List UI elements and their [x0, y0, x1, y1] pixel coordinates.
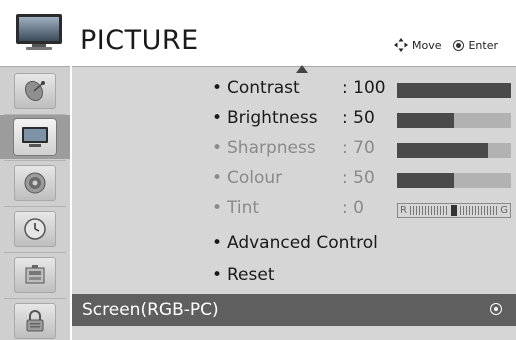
tint-scale-red-label: R: [400, 205, 407, 216]
menu-row-tint[interactable]: • Tint : 0 R G: [72, 193, 516, 223]
contrast-level-bar[interactable]: [397, 83, 511, 98]
brightness-level-bar[interactable]: [397, 113, 511, 128]
lock-icon: [26, 310, 44, 332]
scroll-up-arrow-icon: [296, 65, 308, 73]
colour-level-fill: [397, 173, 454, 188]
clock-time-icon: [24, 218, 46, 240]
bullet: •: [212, 78, 223, 98]
sidebar-item-audio[interactable]: [0, 161, 70, 205]
tint-scale-ticks: [410, 206, 448, 215]
contrast-level-fill: [397, 83, 511, 98]
brightness-level-fill: [397, 113, 454, 128]
nav-hints: Move Enter: [393, 38, 498, 52]
advanced-control-label: Advanced Control: [227, 233, 378, 253]
bullet: •: [212, 108, 223, 128]
colour-level-bar[interactable]: [397, 173, 511, 188]
brightness-label: Brightness: [227, 108, 318, 128]
category-sidebar: [0, 66, 70, 340]
tint-value: : 0: [342, 198, 364, 218]
tint-rg-scale[interactable]: R G: [397, 203, 511, 218]
menu-row-sharpness[interactable]: • Sharpness : 70: [72, 133, 516, 163]
bullet: •: [212, 265, 223, 285]
four-way-arrows-icon: [393, 38, 408, 52]
bullet: •: [212, 168, 223, 188]
bullet: •: [212, 198, 223, 218]
sharpness-value: : 70: [342, 138, 375, 158]
menu-row-reset[interactable]: • Reset: [72, 260, 516, 290]
sidebar-item-lock[interactable]: [0, 299, 70, 340]
page-title: PICTURE: [80, 25, 199, 56]
tint-scale-marker: [451, 205, 457, 216]
ok-button-icon: [453, 39, 465, 51]
sidebar-item-picture[interactable]: [0, 115, 70, 159]
menu-header: PICTURE Move Enter: [0, 0, 516, 66]
ok-button-icon: [490, 303, 502, 315]
tint-scale-ticks: [460, 206, 498, 215]
option-box-icon: [25, 265, 45, 284]
menu-row-advanced-control[interactable]: • Advanced Control: [72, 228, 516, 258]
tint-scale-green-label: G: [500, 205, 508, 216]
tint-label: Tint: [227, 198, 260, 218]
bullet: •: [212, 138, 223, 158]
sidebar-item-time[interactable]: [0, 207, 70, 251]
picture-menu-osd: PICTURE Move Enter • Contrast: 100 • Br…: [0, 0, 516, 340]
picture-monitor-icon: [22, 127, 48, 147]
bullet: •: [212, 233, 223, 253]
hint-move-label: Move: [411, 38, 442, 52]
menu-row-contrast[interactable]: • Contrast : 100: [72, 73, 516, 103]
sharpness-level-fill: [397, 143, 489, 158]
menu-row-screen-selected[interactable]: Screen(RGB-PC): [72, 294, 516, 326]
panel-bottom-strip: [72, 326, 516, 340]
colour-value: : 50: [342, 168, 375, 188]
satellite-dish-icon: [24, 80, 45, 102]
hint-enter-label: Enter: [468, 38, 498, 52]
contrast-label: Contrast: [227, 78, 300, 98]
speaker-audio-icon: [24, 172, 46, 194]
brightness-value: : 50: [342, 108, 375, 128]
sharpness-label: Sharpness: [227, 138, 316, 158]
menu-row-colour[interactable]: • Colour : 50: [72, 163, 516, 193]
reset-label: Reset: [227, 265, 275, 285]
sharpness-level-bar[interactable]: [397, 143, 511, 158]
sidebar-item-option[interactable]: [0, 253, 70, 297]
sidebar-item-setup[interactable]: [0, 69, 70, 113]
picture-settings-panel: • Contrast : 100 • Brightness : 50 • Sha…: [72, 65, 516, 340]
contrast-value: : 100: [342, 78, 386, 98]
colour-label: Colour: [227, 168, 283, 188]
menu-row-brightness[interactable]: • Brightness : 50: [72, 103, 516, 133]
tv-monitor-icon: [16, 14, 62, 50]
screen-label: Screen(RGB-PC): [82, 300, 219, 320]
